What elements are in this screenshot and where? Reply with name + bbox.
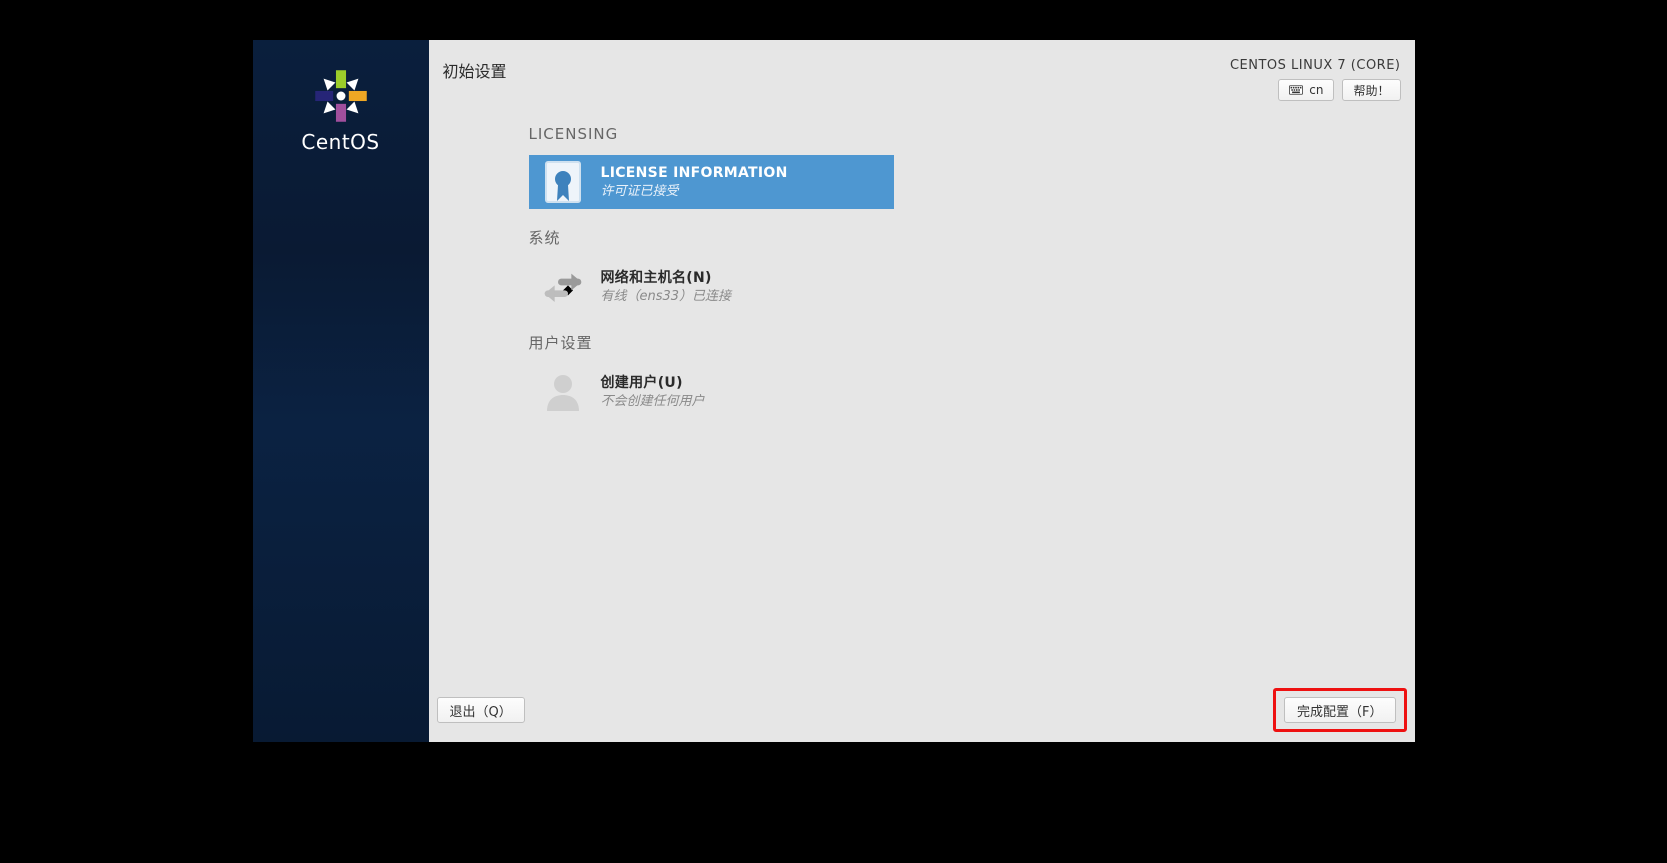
centos-logo-icon bbox=[313, 68, 369, 124]
spoke-network-hostname[interactable]: 网络和主机名(N) 有线（ens33）已连接 bbox=[529, 260, 894, 314]
help-button[interactable]: 帮助！ bbox=[1342, 79, 1400, 101]
spoke-license-status: 许可证已接受 bbox=[601, 183, 788, 201]
sidebar: CentOS bbox=[253, 40, 429, 742]
spoke-network-status: 有线（ens33）已连接 bbox=[601, 288, 732, 306]
header: 初始设置 CENTOS LINUX 7 (CORE) bbox=[429, 40, 1415, 101]
main-panel: 初始设置 CENTOS LINUX 7 (CORE) bbox=[429, 40, 1415, 742]
quit-button[interactable]: 退出（Q） bbox=[437, 697, 525, 723]
section-heading-system: 系统 bbox=[529, 227, 1395, 248]
user-icon bbox=[543, 371, 583, 413]
keyboard-icon bbox=[1289, 85, 1303, 95]
footer: 退出（Q） 完成配置（F） bbox=[437, 688, 1407, 732]
finish-highlight-box: 完成配置（F） bbox=[1273, 688, 1406, 732]
spoke-user-status: 不会创建任何用户 bbox=[601, 393, 705, 411]
content-area: LICENSING LICENSE INFORMATION 许可证已接受 系统 bbox=[429, 101, 1415, 742]
keyboard-layout-selector[interactable]: cn bbox=[1278, 79, 1334, 101]
os-version-label: CENTOS LINUX 7 (CORE) bbox=[1230, 58, 1401, 73]
keyboard-layout-value: cn bbox=[1309, 83, 1323, 97]
section-heading-user: 用户设置 bbox=[529, 332, 1395, 353]
finish-configuration-button[interactable]: 完成配置（F） bbox=[1284, 697, 1395, 723]
spoke-license-information[interactable]: LICENSE INFORMATION 许可证已接受 bbox=[529, 155, 894, 209]
page-title: 初始设置 bbox=[443, 58, 507, 82]
spoke-create-user[interactable]: 创建用户(U) 不会创建任何用户 bbox=[529, 365, 894, 419]
section-heading-licensing: LICENSING bbox=[529, 125, 1395, 143]
centos-brand-label: CentOS bbox=[301, 130, 379, 154]
network-icon bbox=[543, 266, 583, 308]
spoke-license-title: LICENSE INFORMATION bbox=[601, 164, 788, 183]
license-icon bbox=[543, 161, 583, 203]
spoke-network-title: 网络和主机名(N) bbox=[601, 269, 732, 288]
spoke-user-title: 创建用户(U) bbox=[601, 374, 705, 393]
initial-setup-window: CentOS 初始设置 CENTOS LINUX 7 (CORE) bbox=[253, 40, 1415, 742]
